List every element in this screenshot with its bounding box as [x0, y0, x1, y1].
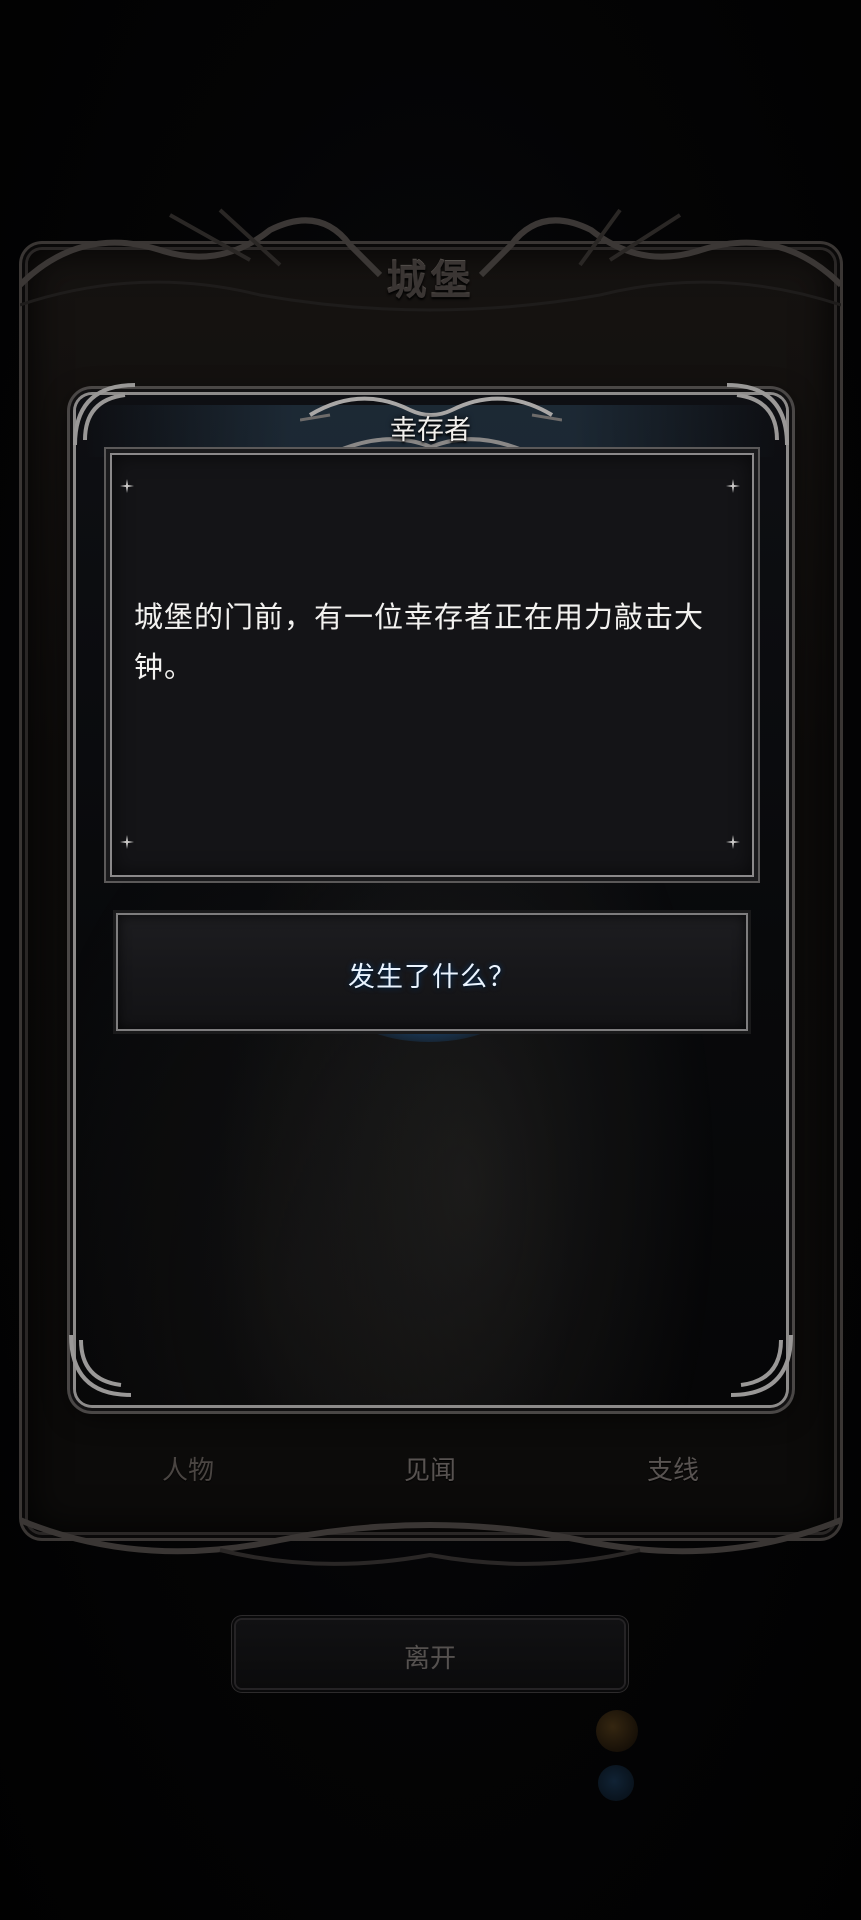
sparkle-icon	[120, 835, 134, 849]
game-screen: 城堡 幸存者 城堡的门前，有一位幸存者正在用力敲击大钟。 发生了什么？ 人物 见…	[0, 0, 861, 1920]
tab-side-quests[interactable]: 支线	[603, 1450, 743, 1487]
sparkle-icon	[120, 479, 134, 493]
gem-icon	[598, 1765, 634, 1801]
sparkle-icon	[726, 835, 740, 849]
sparkle-icon	[726, 479, 740, 493]
coin-icon	[596, 1710, 638, 1752]
castle-frame-ornament-bottom	[20, 1517, 841, 1566]
tab-characters[interactable]: 人物	[118, 1450, 258, 1487]
event-title: 幸存者	[390, 415, 471, 446]
corner-flourish-bottom-left	[69, 1334, 132, 1397]
corner-flourish-bottom-right	[730, 1334, 793, 1397]
tab-news[interactable]: 见闻	[360, 1450, 500, 1487]
location-title: 城堡	[386, 257, 475, 304]
event-description-box: 城堡的门前，有一位幸存者正在用力敲击大钟。	[110, 453, 754, 877]
event-description: 城堡的门前，有一位幸存者正在用力敲击大钟。	[134, 600, 705, 684]
choice-label: 发生了什么？	[348, 962, 516, 993]
choice-button-what-happened[interactable]: 发生了什么？	[116, 913, 748, 1031]
leave-label: 离开	[403, 1644, 456, 1674]
leave-button[interactable]: 离开	[236, 1620, 624, 1688]
